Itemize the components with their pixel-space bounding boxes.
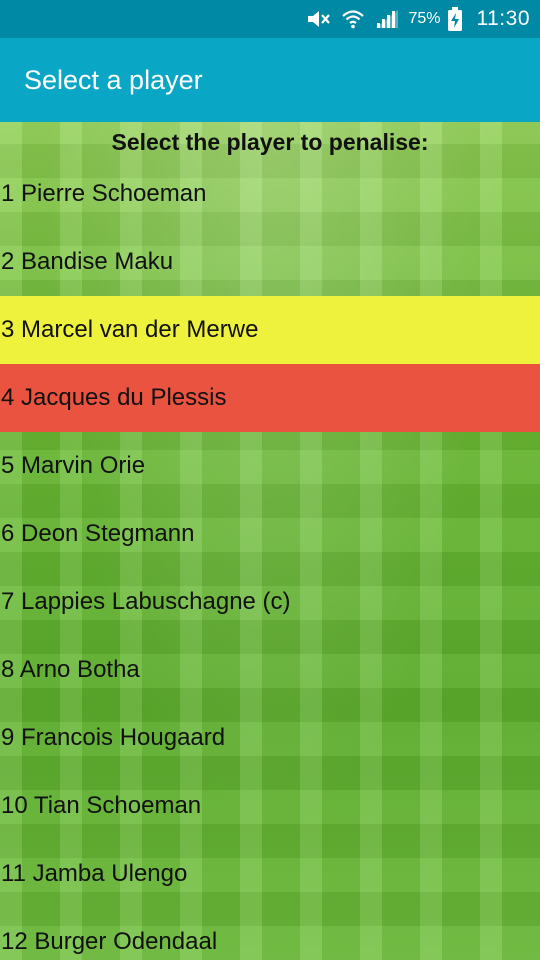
player-item[interactable]: 2 Bandise Maku (0, 228, 540, 296)
player-label: 5 Marvin Orie (1, 452, 146, 479)
select-prompt: Select the player to penalise: (111, 128, 429, 155)
player-label: 8 Arno Botha (1, 656, 140, 683)
player-label: 11 Jamba Ulengo (1, 860, 188, 887)
player-item[interactable]: 3 Marcel van der Merwe (0, 296, 540, 364)
player-label: 2 Bandise Maku (1, 248, 174, 275)
player-item[interactable]: 11 Jamba Ulengo (0, 840, 540, 908)
status-bar: 75% 11:30 (0, 0, 540, 38)
wifi-icon (340, 7, 366, 31)
battery-percent: 75% (408, 10, 441, 27)
player-item[interactable]: 1 Pierre Schoeman (0, 160, 540, 228)
player-item[interactable]: 4 Jacques du Plessis (0, 364, 540, 432)
player-label: 4 Jacques du Plessis (1, 384, 227, 411)
player-item[interactable]: 10 Tian Schoeman (0, 772, 540, 840)
status-clock: 11:30 (476, 7, 530, 30)
player-label: 6 Deon Stegmann (1, 520, 195, 547)
battery-charging-icon (447, 7, 463, 31)
player-label: 10 Tian Schoeman (1, 792, 202, 819)
player-label: 12 Burger Odendaal (1, 928, 218, 955)
player-label: 7 Lappies Labuschagne (c) (1, 588, 291, 615)
signal-icon (374, 7, 400, 31)
player-item[interactable]: 8 Arno Botha (0, 636, 540, 704)
page-title: Select a player (24, 64, 203, 95)
player-item[interactable]: 12 Burger Odendaal (0, 908, 540, 960)
app-bar: Select a player (0, 38, 540, 122)
player-item[interactable]: 7 Lappies Labuschagne (c) (0, 568, 540, 636)
mute-icon (306, 7, 332, 31)
player-label: 3 Marcel van der Merwe (1, 316, 259, 343)
player-item[interactable]: 6 Deon Stegmann (0, 500, 540, 568)
player-item[interactable]: 5 Marvin Orie (0, 432, 540, 500)
player-item[interactable]: 9 Francois Hougaard (0, 704, 540, 772)
player-label: 9 Francois Hougaard (1, 724, 226, 751)
player-label: 1 Pierre Schoeman (1, 180, 207, 207)
player-list: 1 Pierre Schoeman 2 Bandise Maku 3 Marcel … (0, 160, 540, 960)
grass-background: Select the player to penalise: 1 Pierre … (0, 122, 540, 960)
